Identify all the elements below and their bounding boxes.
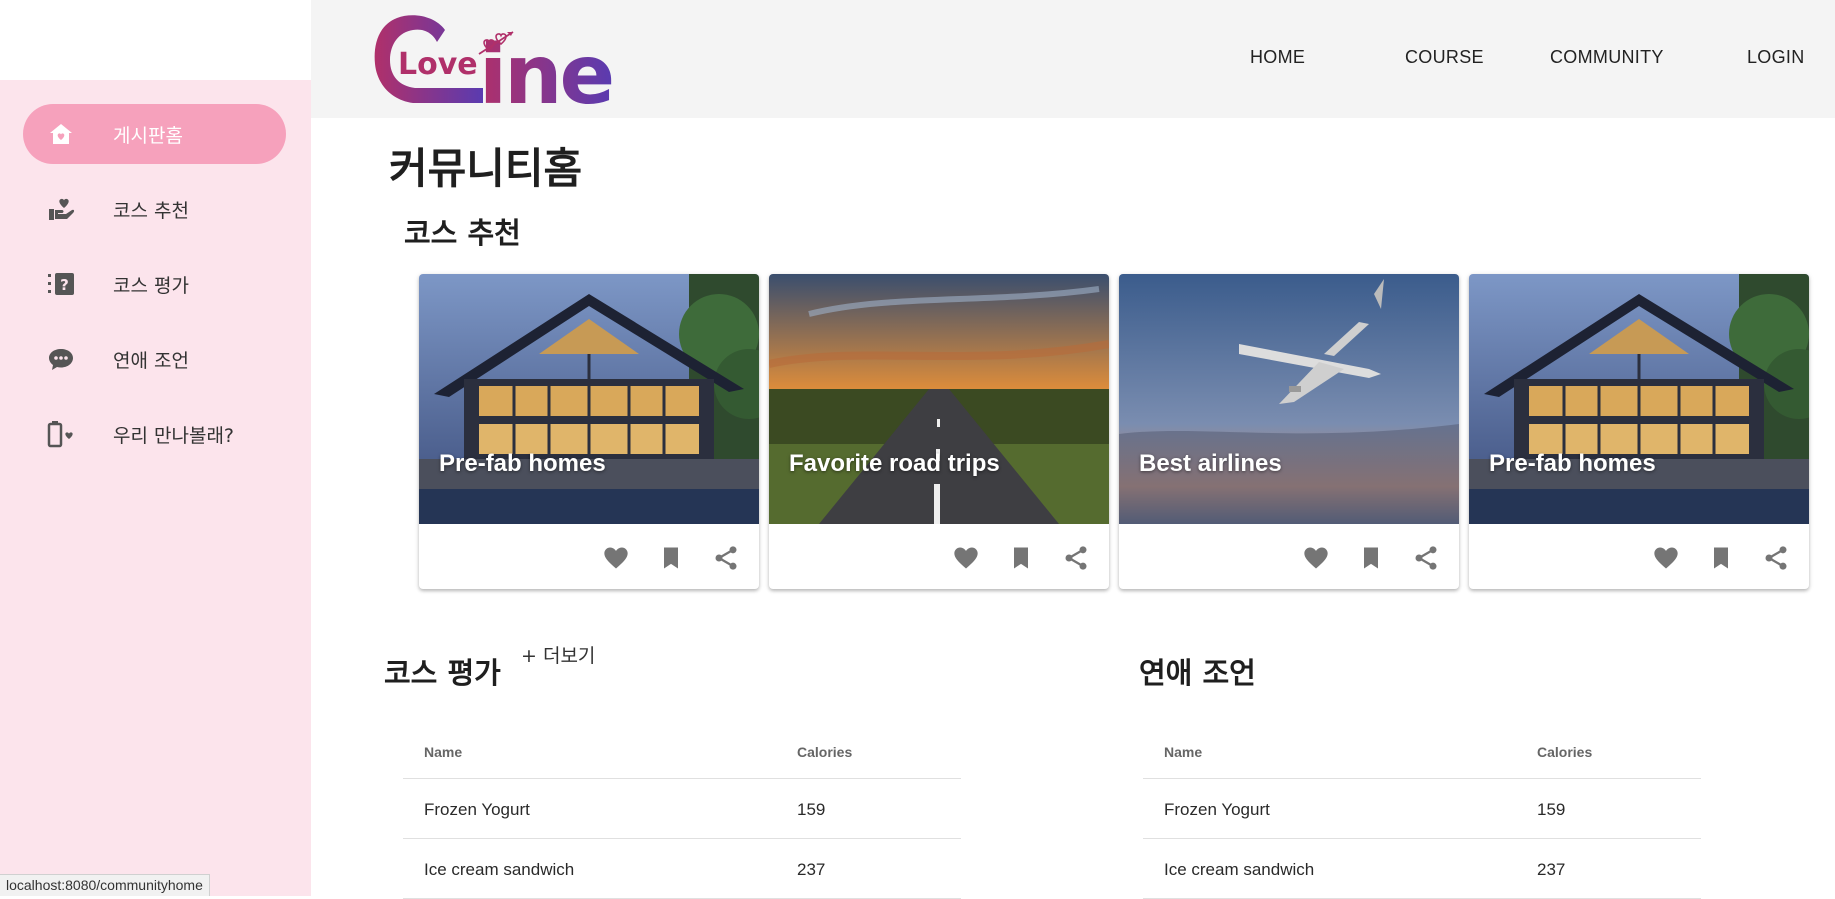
page-title: 커뮤니티홈 [389, 144, 583, 193]
card-title: Pre-fab homes [1489, 450, 1656, 477]
cell-calories: 159 [797, 800, 826, 819]
sidebar-top-spacer [0, 0, 311, 80]
course-card[interactable]: Favorite road trips [769, 274, 1109, 589]
sidebar-item-label: 연애 조언 [113, 349, 189, 372]
advice-table: Name Calories Frozen Yogurt 159 Ice crea… [1143, 718, 1701, 899]
heart-icon[interactable] [602, 544, 630, 572]
table-header-row: Name Calories [403, 718, 961, 779]
bookmark-icon[interactable] [1357, 544, 1385, 572]
table-header-row: Name Calories [1143, 718, 1701, 779]
card-image-house: Pre-fab homes [419, 274, 759, 524]
sidebar-item-label: 우리 만나볼래? [113, 424, 235, 447]
cell-name: Frozen Yogurt [1164, 800, 1270, 819]
chat-bubble-icon [46, 345, 76, 373]
course-card[interactable]: Best airlines [1119, 274, 1459, 589]
column-header-name[interactable]: Name [424, 744, 462, 760]
review-table: Name Calories Frozen Yogurt 159 Ice crea… [403, 718, 961, 899]
table-row[interactable]: Ice cream sandwich 237 [403, 839, 961, 899]
course-card[interactable]: Pre-fab homes [419, 274, 759, 589]
card-image-road: Favorite road trips [769, 274, 1109, 524]
cell-name: Ice cream sandwich [424, 860, 575, 879]
nav-login[interactable]: LOGIN [1747, 47, 1805, 68]
card-image-house: Pre-fab homes [1469, 274, 1809, 524]
share-icon[interactable] [712, 544, 740, 572]
share-icon[interactable] [1412, 544, 1440, 572]
column-header-calories[interactable]: Calories [797, 744, 852, 760]
nav-course[interactable]: COURSE [1405, 47, 1484, 68]
heart-icon[interactable] [1302, 544, 1330, 572]
house-heart-icon [46, 120, 76, 148]
sidebar-item-label: 코스 추천 [113, 199, 189, 222]
sidebar-item-label: 게시판홈 [113, 124, 183, 147]
hand-heart-icon [46, 195, 76, 223]
column-header-name[interactable]: Name [1164, 744, 1202, 760]
top-app-bar: Love ine HOME COURSE COMMUNITY LOGIN [311, 0, 1835, 123]
section-title-advice: 연애 조언 [1139, 656, 1256, 690]
section-title-recommend: 코스 추천 [404, 216, 521, 250]
card-actions [1119, 524, 1459, 589]
share-icon[interactable] [1762, 544, 1790, 572]
more-link[interactable]: + 더보기 [521, 641, 595, 668]
svg-text:?: ? [60, 276, 69, 294]
cell-name: Frozen Yogurt [424, 800, 530, 819]
bookmark-icon[interactable] [657, 544, 685, 572]
course-card[interactable]: Pre-fab homes [1469, 274, 1809, 589]
svg-text:Love: Love [398, 47, 478, 82]
heart-icon[interactable] [1652, 544, 1680, 572]
nav-home[interactable]: HOME [1250, 47, 1305, 68]
table-row[interactable]: Ice cream sandwich 237 [1143, 839, 1701, 899]
bookmark-icon[interactable] [1007, 544, 1035, 572]
sidebar-item-love-advice[interactable]: 연애 조언 [23, 329, 286, 389]
cell-name: Ice cream sandwich [1164, 860, 1315, 879]
card-title: Best airlines [1139, 450, 1282, 477]
cell-calories: 159 [1537, 800, 1566, 819]
table-row[interactable]: Frozen Yogurt 159 [1143, 779, 1701, 839]
bookmark-icon[interactable] [1707, 544, 1735, 572]
sidebar-item-board-home[interactable]: 게시판홈 [23, 104, 286, 164]
card-title: Favorite road trips [789, 450, 1000, 477]
sidebar-item-course-review[interactable]: ? 코스 평가 [23, 254, 286, 314]
section-title-review: 코스 평가 [384, 656, 501, 690]
card-title: Pre-fab homes [439, 450, 606, 477]
table-row[interactable]: Frozen Yogurt 159 [403, 779, 961, 839]
card-image-plane: Best airlines [1119, 274, 1459, 524]
sidebar: 게시판홈 코스 추천 ? 코스 평가 연애 조언 우리 만나볼래? [0, 80, 311, 896]
cell-calories: 237 [797, 860, 826, 879]
sidebar-item-label: 코스 평가 [113, 274, 189, 297]
column-header-calories[interactable]: Calories [1537, 744, 1592, 760]
heart-icon[interactable] [952, 544, 980, 572]
cell-calories: 237 [1537, 860, 1566, 879]
battery-heart-icon [46, 420, 76, 448]
app-logo[interactable]: Love ine [371, 8, 626, 123]
nav-community[interactable]: COMMUNITY [1550, 47, 1664, 68]
card-actions [1469, 524, 1809, 589]
status-bar-url: localhost:8080/communityhome [0, 874, 210, 896]
card-actions [769, 524, 1109, 589]
sidebar-item-course-recommend[interactable]: 코스 추천 [23, 179, 286, 239]
share-icon[interactable] [1062, 544, 1090, 572]
card-actions [419, 524, 759, 589]
question-box-icon: ? [46, 270, 76, 298]
sidebar-item-meet-up[interactable]: 우리 만나볼래? [23, 404, 286, 464]
